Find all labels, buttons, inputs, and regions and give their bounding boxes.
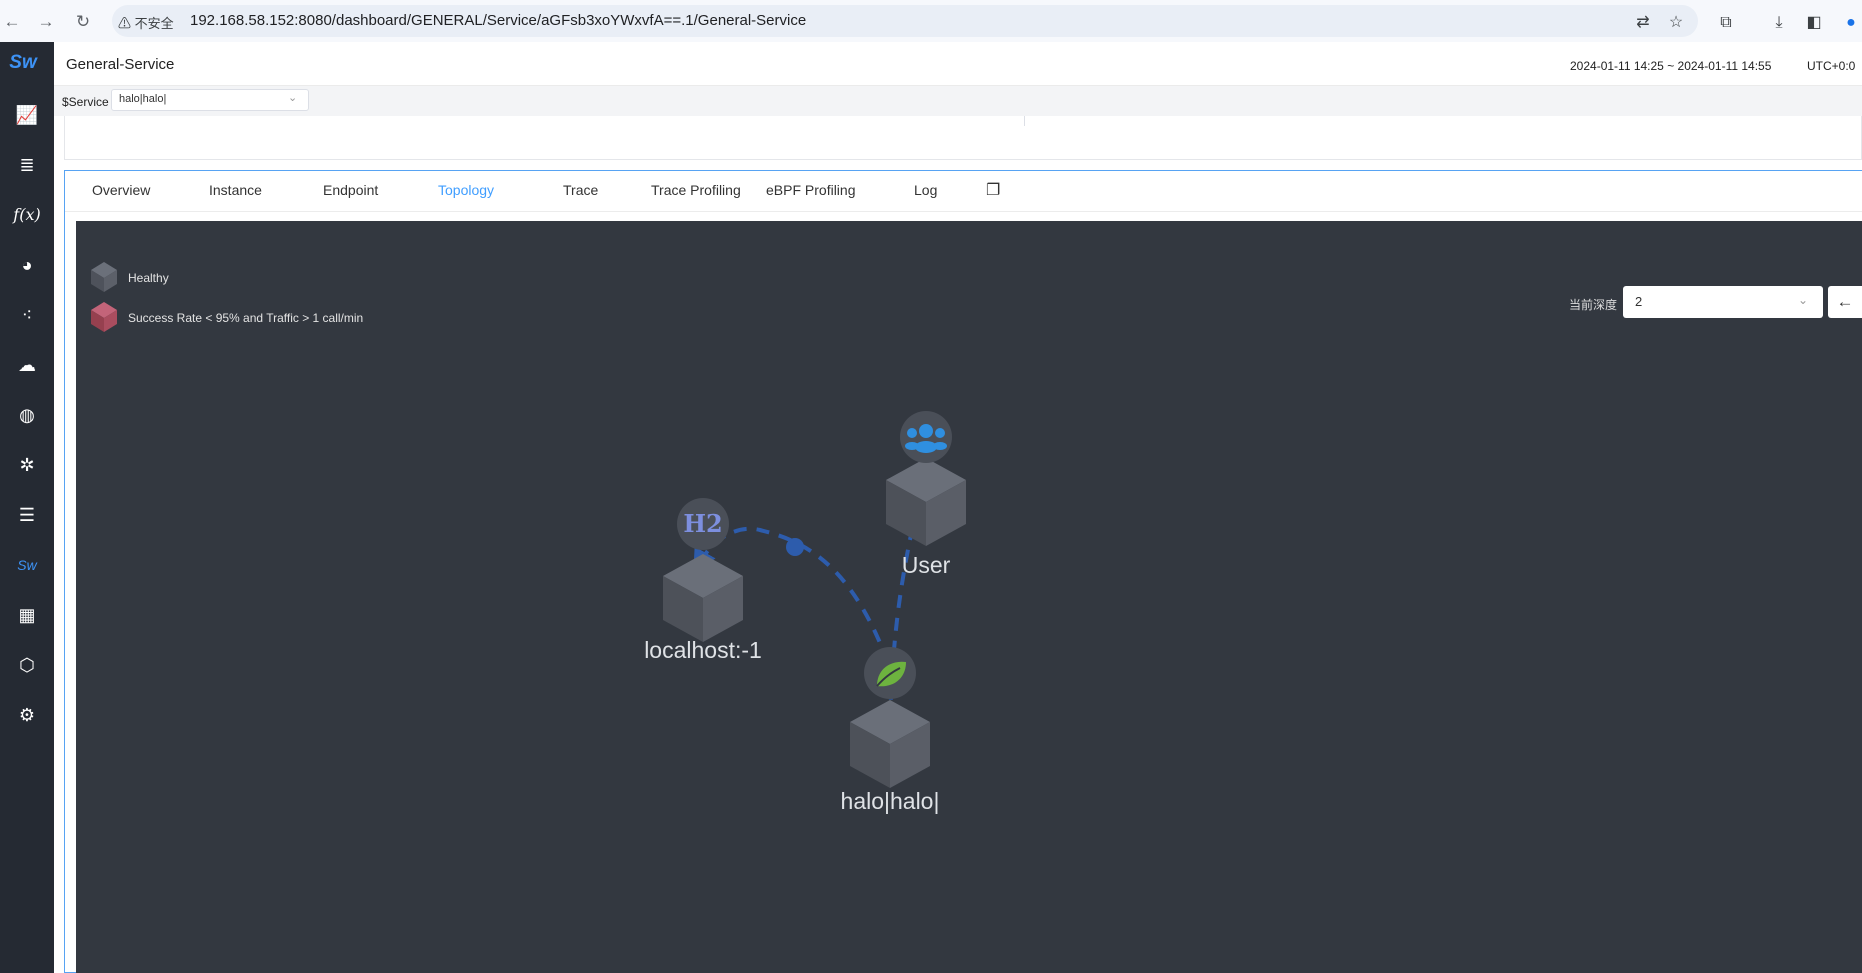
node-label-localhost: localhost:-1 [644,637,762,663]
node-halo[interactable] [850,647,930,788]
legend-warning-cube-icon [91,302,117,332]
edge-point-halo-localhost[interactable] [786,538,804,556]
h2-database-icon: H2 [683,509,722,538]
chevron-down-icon: ⌄ [1798,293,1809,307]
legend-healthy-label: Healthy [128,271,169,285]
legend-warning-label: Success Rate < 95% and Traffic > 1 call/… [128,311,364,325]
node-label-halo: halo|halo| [840,788,940,814]
back-arrow-button[interactable]: ← [1828,286,1862,318]
depth-label: 当前深度 [1569,298,1618,312]
node-user[interactable] [886,411,966,546]
node-localhost[interactable]: H2 [663,498,743,642]
legend-healthy-cube-icon [91,262,117,292]
node-label-user: User [901,552,951,578]
topology-graph: H2 [91,262,966,788]
depth-select[interactable]: 2 [1623,286,1823,318]
